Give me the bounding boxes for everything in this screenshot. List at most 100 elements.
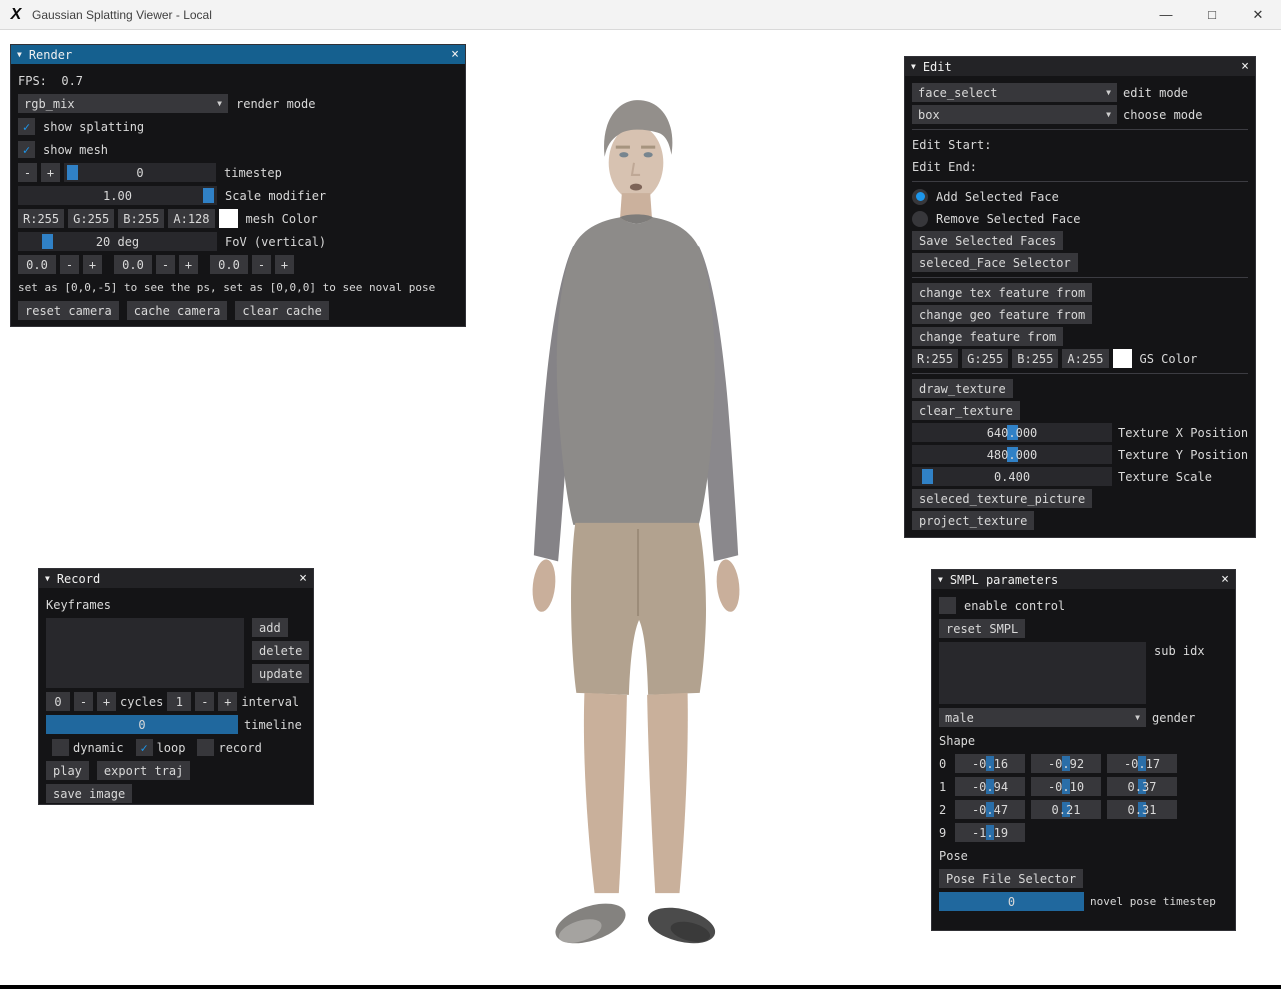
save-image-button[interactable]: save image xyxy=(46,784,132,803)
window-maximize-button[interactable]: □ xyxy=(1189,0,1235,30)
gs-color-b-field[interactable]: B:255 xyxy=(1012,349,1058,368)
novel-pose-slider[interactable]: 0 xyxy=(939,892,1084,911)
timestep-decrement-button[interactable]: - xyxy=(18,163,37,182)
mesh-color-a-field[interactable]: A:128 xyxy=(168,209,214,228)
collapse-icon[interactable]: ▼ xyxy=(911,63,916,71)
cycles-decrement-button[interactable]: - xyxy=(74,692,93,711)
mesh-color-swatch[interactable] xyxy=(219,209,238,228)
change-tex-feature-button[interactable]: change tex feature from xyxy=(912,283,1092,302)
choose-mode-combo[interactable]: box ▼ xyxy=(912,105,1117,124)
fov-slider[interactable]: 20 deg xyxy=(18,232,217,251)
viewer-canvas[interactable]: ▼ Render × FPS: 0.7 rgb_mix ▼ render mod… xyxy=(0,30,1281,985)
interval-decrement-button[interactable]: - xyxy=(195,692,214,711)
project-texture-button[interactable]: project_texture xyxy=(912,511,1034,530)
record-panel-header[interactable]: ▼ Record × xyxy=(39,569,313,588)
keyframes-listbox[interactable] xyxy=(46,618,244,688)
keyframe-delete-button[interactable]: delete xyxy=(252,641,309,660)
texture-y-slider[interactable]: 480.000 xyxy=(912,445,1112,464)
cache-camera-button[interactable]: cache camera xyxy=(127,301,228,320)
shape-param-field[interactable]: 0.37 xyxy=(1107,777,1177,796)
mesh-color-g-field[interactable]: G:255 xyxy=(68,209,114,228)
gender-combo[interactable]: male ▼ xyxy=(939,708,1146,727)
clear-texture-button[interactable]: clear_texture xyxy=(912,401,1020,420)
close-icon[interactable]: × xyxy=(1221,573,1229,586)
camera-y-increment-button[interactable]: + xyxy=(179,255,198,274)
play-button[interactable]: play xyxy=(46,761,89,780)
selected-texture-picture-button[interactable]: seleced_texture_picture xyxy=(912,489,1092,508)
reset-camera-button[interactable]: reset camera xyxy=(18,301,119,320)
close-icon[interactable]: × xyxy=(1241,60,1249,73)
camera-x-increment-button[interactable]: + xyxy=(83,255,102,274)
close-icon[interactable]: × xyxy=(451,48,459,61)
shape-param-field[interactable]: 0.31 xyxy=(1107,800,1177,819)
timestep-slider[interactable]: 0 xyxy=(64,163,216,182)
draw-texture-button[interactable]: draw_texture xyxy=(912,379,1013,398)
window-minimize-button[interactable]: — xyxy=(1143,0,1189,30)
shape-param-field[interactable]: -0.47 xyxy=(955,800,1025,819)
close-icon[interactable]: × xyxy=(299,572,307,585)
enable-control-checkbox[interactable] xyxy=(939,597,956,614)
camera-z-decrement-button[interactable]: - xyxy=(252,255,271,274)
dynamic-checkbox[interactable] xyxy=(52,739,69,756)
camera-y-decrement-button[interactable]: - xyxy=(156,255,175,274)
shape-param-field[interactable]: -1.19 xyxy=(955,823,1025,842)
timestep-increment-button[interactable]: + xyxy=(41,163,60,182)
texture-x-slider[interactable]: 640.000 xyxy=(912,423,1112,442)
camera-y-field[interactable]: 0.0 xyxy=(114,255,152,274)
mesh-color-r-field[interactable]: R:255 xyxy=(18,209,64,228)
collapse-icon[interactable]: ▼ xyxy=(17,51,22,59)
change-feature-button[interactable]: change feature from xyxy=(912,327,1063,346)
shape-param-field[interactable]: -0.10 xyxy=(1031,777,1101,796)
interval-increment-button[interactable]: + xyxy=(218,692,237,711)
show-mesh-row: ✓ show mesh xyxy=(18,140,458,159)
3d-viewport-figure[interactable] xyxy=(470,92,800,972)
scale-modifier-slider[interactable]: 1.00 xyxy=(18,186,217,205)
gs-color-a-field[interactable]: A:255 xyxy=(1062,349,1108,368)
shape-param-field[interactable]: -0.94 xyxy=(955,777,1025,796)
cycles-field[interactable]: 0 xyxy=(46,692,70,711)
shape-param-field[interactable]: -0.16 xyxy=(955,754,1025,773)
change-geo-feature-button[interactable]: change geo feature from xyxy=(912,305,1092,324)
keyframe-update-button[interactable]: update xyxy=(252,664,309,683)
enable-control-label: enable control xyxy=(964,599,1065,613)
smpl-panel-header[interactable]: ▼ SMPL parameters × xyxy=(932,570,1235,589)
sub-idx-listbox[interactable] xyxy=(939,642,1146,704)
record-checkbox[interactable] xyxy=(197,739,214,756)
texture-scale-slider[interactable]: 0.400 xyxy=(912,467,1112,486)
shape-param-field[interactable]: -0.17 xyxy=(1107,754,1177,773)
edit-mode-combo[interactable]: face_select ▼ xyxy=(912,83,1117,102)
save-selected-faces-button[interactable]: Save Selected Faces xyxy=(912,231,1063,250)
sub-idx-label: sub idx xyxy=(1154,644,1205,658)
collapse-icon[interactable]: ▼ xyxy=(45,575,50,583)
remove-selected-face-radio[interactable] xyxy=(912,211,928,227)
mesh-color-b-field[interactable]: B:255 xyxy=(118,209,164,228)
gs-color-swatch[interactable] xyxy=(1113,349,1132,368)
edit-panel-header[interactable]: ▼ Edit × xyxy=(905,57,1255,76)
timeline-slider[interactable]: 0 xyxy=(46,715,238,734)
interval-field[interactable]: 1 xyxy=(167,692,191,711)
cycles-increment-button[interactable]: + xyxy=(97,692,116,711)
draw-texture-row: draw_texture xyxy=(912,379,1248,398)
collapse-icon[interactable]: ▼ xyxy=(938,576,943,584)
camera-x-field[interactable]: 0.0 xyxy=(18,255,56,274)
window-close-button[interactable]: ✕ xyxy=(1235,0,1281,30)
show-mesh-checkbox[interactable]: ✓ xyxy=(18,141,35,158)
add-selected-face-radio[interactable] xyxy=(912,189,928,205)
export-traj-button[interactable]: export traj xyxy=(97,761,190,780)
reset-smpl-button[interactable]: reset SMPL xyxy=(939,619,1025,638)
gs-color-g-field[interactable]: G:255 xyxy=(962,349,1008,368)
pose-file-selector-button[interactable]: Pose File Selector xyxy=(939,869,1083,888)
camera-z-increment-button[interactable]: + xyxy=(275,255,294,274)
show-splatting-checkbox[interactable]: ✓ xyxy=(18,118,35,135)
camera-z-field[interactable]: 0.0 xyxy=(210,255,248,274)
keyframe-add-button[interactable]: add xyxy=(252,618,288,637)
camera-x-decrement-button[interactable]: - xyxy=(60,255,79,274)
shape-param-field[interactable]: -0.92 xyxy=(1031,754,1101,773)
loop-checkbox[interactable]: ✓ xyxy=(136,739,153,756)
gs-color-r-field[interactable]: R:255 xyxy=(912,349,958,368)
shape-param-field[interactable]: 0.21 xyxy=(1031,800,1101,819)
render-mode-combo[interactable]: rgb_mix ▼ xyxy=(18,94,228,113)
render-panel-header[interactable]: ▼ Render × xyxy=(11,45,465,64)
selected-face-selector-button[interactable]: seleced_Face Selector xyxy=(912,253,1078,272)
clear-cache-button[interactable]: clear cache xyxy=(235,301,328,320)
